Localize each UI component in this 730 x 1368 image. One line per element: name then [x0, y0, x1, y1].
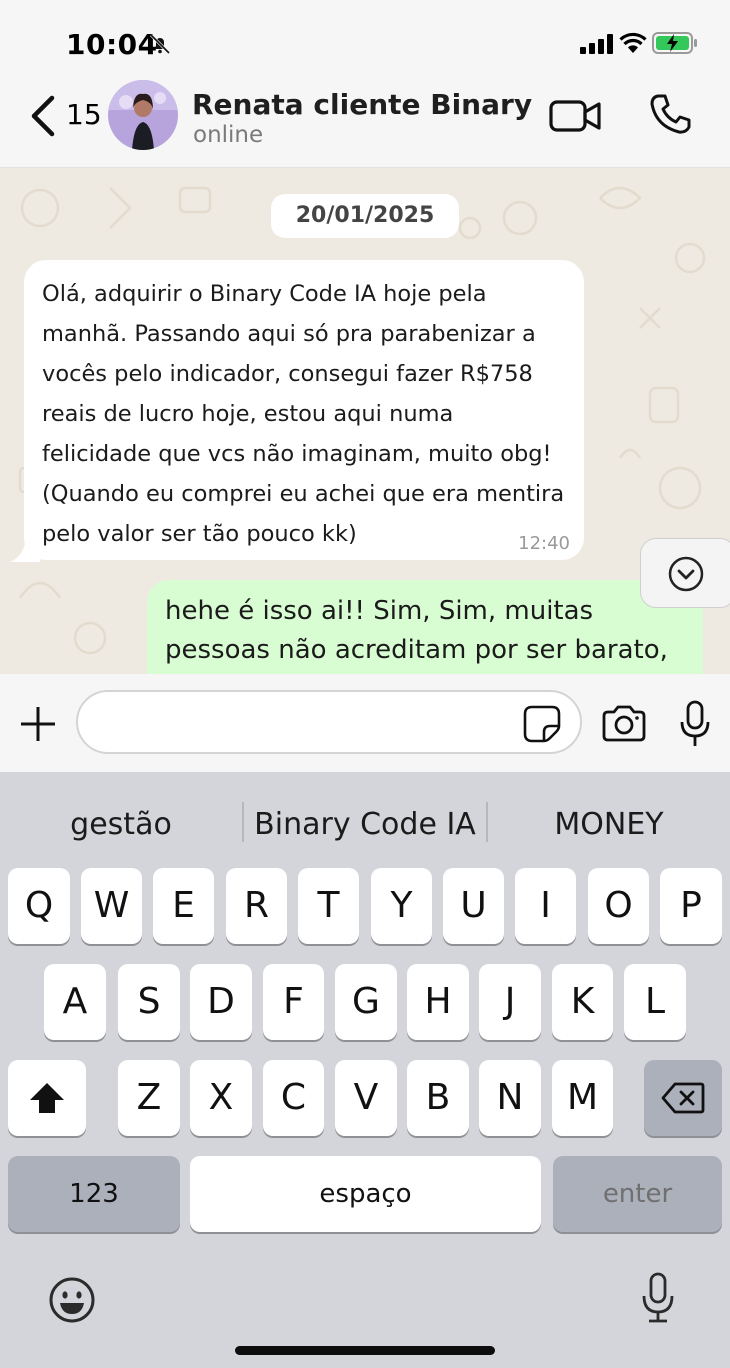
shift-key[interactable]	[8, 1060, 86, 1136]
sticker-icon[interactable]	[522, 704, 562, 744]
bell-slash-icon	[149, 33, 171, 55]
key-f[interactable]: F	[263, 964, 324, 1040]
enter-key[interactable]: enter	[553, 1156, 722, 1232]
emoji-icon[interactable]	[48, 1276, 96, 1324]
camera-icon[interactable]	[600, 704, 648, 744]
phone-icon[interactable]	[648, 92, 692, 136]
scroll-to-bottom-button[interactable]	[640, 538, 730, 608]
incoming-message-text: Olá, adquirir o Binary Code IA hoje pela…	[42, 281, 565, 547]
key-m[interactable]: M	[552, 1060, 613, 1136]
key-t[interactable]: T	[298, 868, 359, 944]
key-p[interactable]: P	[660, 868, 722, 944]
signal-icon	[580, 34, 613, 54]
numbers-key[interactable]: 123	[8, 1156, 180, 1232]
key-k[interactable]: K	[552, 964, 613, 1040]
wifi-icon	[619, 32, 647, 53]
microphone-icon[interactable]	[678, 700, 712, 748]
chat-area[interactable]: 20/01/2025 Olá, adquirir o Binary Code I…	[0, 168, 730, 674]
key-d[interactable]: D	[190, 964, 252, 1040]
outgoing-message[interactable]: hehe é isso ai!! Sim, Sim, muitas pessoa…	[147, 580, 703, 674]
key-b[interactable]: B	[407, 1060, 469, 1136]
key-s[interactable]: S	[118, 964, 180, 1040]
incoming-message[interactable]: Olá, adquirir o Binary Code IA hoje pela…	[24, 260, 584, 560]
message-input[interactable]	[76, 690, 582, 754]
suggestion-2[interactable]: Binary Code IA	[244, 800, 486, 850]
keyboard: gestão Binary Code IA MONEY Q W E R T Y …	[0, 772, 730, 1368]
home-indicator[interactable]	[235, 1346, 495, 1355]
chevron-down-icon	[668, 556, 704, 592]
plus-icon[interactable]	[18, 704, 58, 744]
date-separator: 20/01/2025	[271, 194, 459, 238]
chat-header: 15 Renata cliente Binary online	[0, 80, 730, 168]
key-j[interactable]: J	[479, 964, 541, 1040]
message-composer	[0, 674, 730, 772]
video-call-icon[interactable]	[548, 96, 604, 136]
incoming-message-time: 12:40	[518, 533, 570, 554]
key-e[interactable]: E	[153, 868, 214, 944]
whatsapp-chat-screen: 10:04 15 Renata cliente Binary online 20…	[0, 0, 730, 1368]
key-h[interactable]: H	[407, 964, 469, 1040]
shift-icon	[30, 1083, 64, 1113]
key-i[interactable]: I	[515, 868, 576, 944]
avatar[interactable]	[108, 80, 178, 150]
status-bar: 10:04	[0, 0, 730, 80]
contact-name[interactable]: Renata cliente Binary	[192, 88, 532, 121]
key-x[interactable]: X	[190, 1060, 252, 1136]
key-g[interactable]: G	[335, 964, 397, 1040]
key-n[interactable]: N	[479, 1060, 541, 1136]
battery-charging-icon	[652, 32, 697, 54]
key-v[interactable]: V	[335, 1060, 397, 1136]
unread-count[interactable]: 15	[66, 98, 102, 131]
key-q[interactable]: Q	[8, 868, 70, 944]
key-u[interactable]: U	[443, 868, 504, 944]
suggestion-3[interactable]: MONEY	[488, 800, 730, 850]
contact-status: online	[193, 122, 264, 148]
key-l[interactable]: L	[624, 964, 686, 1040]
back-chevron-icon[interactable]	[26, 94, 60, 138]
key-a[interactable]: A	[44, 964, 106, 1040]
key-r[interactable]: R	[226, 868, 287, 944]
suggestion-1[interactable]: gestão	[0, 800, 242, 850]
key-y[interactable]: Y	[371, 868, 432, 944]
outgoing-message-text: hehe é isso ai!! Sim, Sim, muitas pessoa…	[165, 596, 668, 665]
space-key[interactable]: espaço	[190, 1156, 541, 1232]
key-w[interactable]: W	[81, 868, 142, 944]
status-time: 10:04	[66, 28, 158, 61]
key-z[interactable]: Z	[118, 1060, 180, 1136]
key-o[interactable]: O	[588, 868, 649, 944]
key-c[interactable]: C	[263, 1060, 324, 1136]
backspace-key[interactable]	[644, 1060, 722, 1136]
backspace-icon	[661, 1082, 705, 1114]
dictation-microphone-icon[interactable]	[640, 1272, 676, 1324]
